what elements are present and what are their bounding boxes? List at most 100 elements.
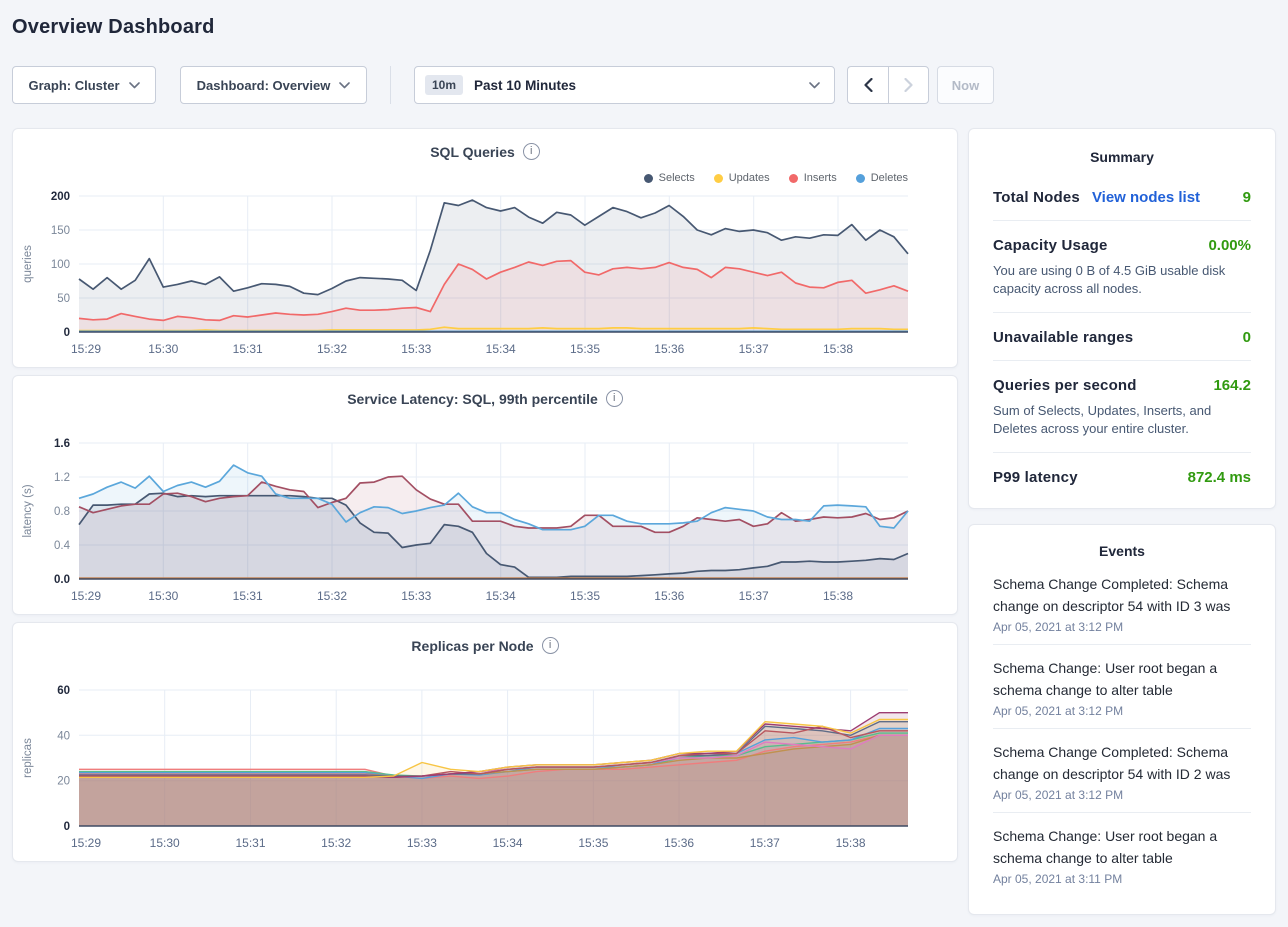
events-title: Events bbox=[993, 543, 1251, 559]
svg-text:queries: queries bbox=[22, 245, 34, 283]
chevron-down-icon bbox=[809, 82, 820, 89]
summary-panel: Summary Total NodesView nodes list9Capac… bbox=[968, 128, 1276, 509]
chart-canvas[interactable]: 0.00.40.81.21.615:2915:3015:3115:3215:33… bbox=[13, 435, 957, 609]
event-item[interactable]: Schema Change Completed: Schema change o… bbox=[993, 729, 1251, 813]
svg-text:15:29: 15:29 bbox=[71, 836, 101, 850]
summary-row-label: Queries per second bbox=[993, 377, 1137, 394]
chevron-left-icon bbox=[864, 78, 873, 92]
svg-text:0: 0 bbox=[64, 327, 70, 339]
summary-rows: Total NodesView nodes list9Capacity Usag… bbox=[993, 173, 1251, 500]
svg-text:0.0: 0.0 bbox=[54, 574, 70, 586]
svg-text:15:37: 15:37 bbox=[739, 342, 769, 356]
legend-label: Selects bbox=[659, 172, 695, 184]
summary-row-top: Capacity Usage0.00% bbox=[993, 237, 1251, 254]
summary-row-capacity-usage: Capacity Usage0.00% You are using 0 B of … bbox=[993, 221, 1251, 313]
time-prev-button[interactable] bbox=[847, 66, 888, 104]
info-icon[interactable]: i bbox=[606, 390, 623, 407]
svg-text:15:36: 15:36 bbox=[654, 342, 684, 356]
event-item[interactable]: Schema Change Completed: Schema change o… bbox=[993, 561, 1251, 645]
svg-text:15:30: 15:30 bbox=[148, 342, 178, 356]
chart-canvas[interactable]: 05010015020015:2915:3015:3115:3215:3315:… bbox=[13, 188, 957, 362]
time-step-buttons bbox=[847, 66, 929, 104]
event-item[interactable]: Schema Change: User root began a schema … bbox=[993, 645, 1251, 729]
svg-text:150: 150 bbox=[51, 225, 70, 237]
svg-text:15:35: 15:35 bbox=[578, 836, 608, 850]
svg-text:15:38: 15:38 bbox=[823, 342, 853, 356]
chevron-down-icon bbox=[129, 82, 140, 89]
summary-row-top: P99 latency 872.4 ms bbox=[993, 469, 1251, 486]
events-list: Schema Change Completed: Schema change o… bbox=[993, 561, 1251, 896]
chart-title: SQL Queries bbox=[430, 144, 515, 160]
summary-row-value: 9 bbox=[1243, 189, 1251, 206]
legend-label: Deletes bbox=[871, 172, 908, 184]
svg-text:15:34: 15:34 bbox=[486, 342, 516, 356]
svg-text:0.8: 0.8 bbox=[54, 506, 70, 518]
chevron-right-icon bbox=[904, 78, 913, 92]
svg-text:15:34: 15:34 bbox=[486, 589, 516, 603]
svg-text:15:29: 15:29 bbox=[71, 342, 101, 356]
sidebar: Summary Total NodesView nodes list9Capac… bbox=[968, 128, 1276, 915]
now-button[interactable]: Now bbox=[937, 66, 994, 104]
summary-row-label: P99 latency bbox=[993, 469, 1078, 486]
svg-text:15:30: 15:30 bbox=[150, 836, 180, 850]
info-icon[interactable]: i bbox=[542, 637, 559, 654]
page-title: Overview Dashboard bbox=[12, 16, 1276, 39]
event-item[interactable]: Schema Change: User root began a schema … bbox=[993, 813, 1251, 896]
summary-row-description: Sum of Selects, Updates, Inserts, and De… bbox=[993, 402, 1251, 438]
summary-row-label: Unavailable ranges bbox=[993, 329, 1133, 346]
event-text: Schema Change: User root began a schema … bbox=[993, 657, 1251, 701]
chart-card-replicas-per-node: Replicas per Nodei020406015:2915:3015:31… bbox=[12, 622, 958, 862]
legend-item-updates: Updates bbox=[714, 172, 770, 184]
svg-text:1.6: 1.6 bbox=[54, 438, 70, 450]
dashboard-selector-dropdown[interactable]: Dashboard: Overview bbox=[180, 66, 367, 104]
svg-text:15:29: 15:29 bbox=[71, 589, 101, 603]
chart-header: Service Latency: SQL, 99th percentilei bbox=[13, 388, 957, 409]
legend-label: Inserts bbox=[804, 172, 837, 184]
summary-row-top: Unavailable ranges 0 bbox=[993, 329, 1251, 346]
summary-row-value: 872.4 ms bbox=[1188, 469, 1251, 486]
toolbar-divider bbox=[390, 66, 391, 104]
legend-item-inserts: Inserts bbox=[789, 172, 837, 184]
chart-canvas[interactable]: 020406015:2915:3015:3115:3215:3315:3415:… bbox=[13, 682, 957, 856]
info-icon[interactable]: i bbox=[523, 143, 540, 160]
overview-dashboard-page: Overview Dashboard Graph: Cluster Dashbo… bbox=[0, 0, 1288, 927]
main-content: SQL Queries i Selects Updates Inserts Deletes… bbox=[12, 128, 1276, 915]
toolbar: Graph: Cluster Dashboard: Overview 10m P… bbox=[12, 66, 1276, 104]
graph-selector-label: Graph: Cluster bbox=[28, 78, 119, 93]
summary-row-top: Total NodesView nodes list9 bbox=[993, 189, 1251, 206]
svg-text:15:32: 15:32 bbox=[321, 836, 351, 850]
legend-item-selects: Selects bbox=[644, 172, 695, 184]
chevron-down-icon bbox=[339, 82, 350, 89]
legend-label: Updates bbox=[729, 172, 770, 184]
svg-text:15:33: 15:33 bbox=[407, 836, 437, 850]
svg-text:15:38: 15:38 bbox=[836, 836, 866, 850]
summary-row-description: You are using 0 B of 4.5 GiB usable disk… bbox=[993, 262, 1251, 298]
time-range-dropdown[interactable]: 10m Past 10 Minutes bbox=[414, 66, 835, 104]
view-nodes-list-link[interactable]: View nodes list bbox=[1092, 189, 1200, 206]
summary-row-unavailable-ranges: Unavailable ranges 0 bbox=[993, 313, 1251, 361]
chart-legend: Selects Updates Inserts Deletes bbox=[13, 168, 908, 188]
graph-selector-dropdown[interactable]: Graph: Cluster bbox=[12, 66, 156, 104]
summary-row-queries-per-second: Queries per second164.2Sum of Selects, U… bbox=[993, 361, 1251, 453]
summary-row-value: 0 bbox=[1243, 329, 1251, 346]
event-timestamp: Apr 05, 2021 at 3:12 PM bbox=[993, 704, 1251, 718]
legend-dot bbox=[644, 174, 653, 183]
summary-title: Summary bbox=[993, 149, 1251, 165]
svg-text:1.2: 1.2 bbox=[54, 472, 70, 484]
svg-text:0: 0 bbox=[64, 821, 70, 833]
dashboard-selector-label: Dashboard: Overview bbox=[197, 78, 331, 93]
chart-card-sql-queries: SQL Queries i Selects Updates Inserts Deletes… bbox=[12, 128, 958, 368]
svg-text:15:35: 15:35 bbox=[570, 589, 600, 603]
time-range-label: Past 10 Minutes bbox=[474, 78, 576, 93]
time-range-badge: 10m bbox=[425, 75, 463, 95]
svg-text:15:33: 15:33 bbox=[401, 342, 431, 356]
time-next-button[interactable] bbox=[888, 66, 929, 104]
svg-text:15:30: 15:30 bbox=[148, 589, 178, 603]
svg-text:15:36: 15:36 bbox=[654, 589, 684, 603]
summary-row-total-nodes: Total NodesView nodes list9 bbox=[993, 173, 1251, 221]
event-timestamp: Apr 05, 2021 at 3:12 PM bbox=[993, 788, 1251, 802]
svg-text:replicas: replicas bbox=[22, 738, 34, 778]
legend-spacer bbox=[13, 656, 957, 682]
legend-dot bbox=[714, 174, 723, 183]
svg-text:50: 50 bbox=[57, 293, 70, 305]
